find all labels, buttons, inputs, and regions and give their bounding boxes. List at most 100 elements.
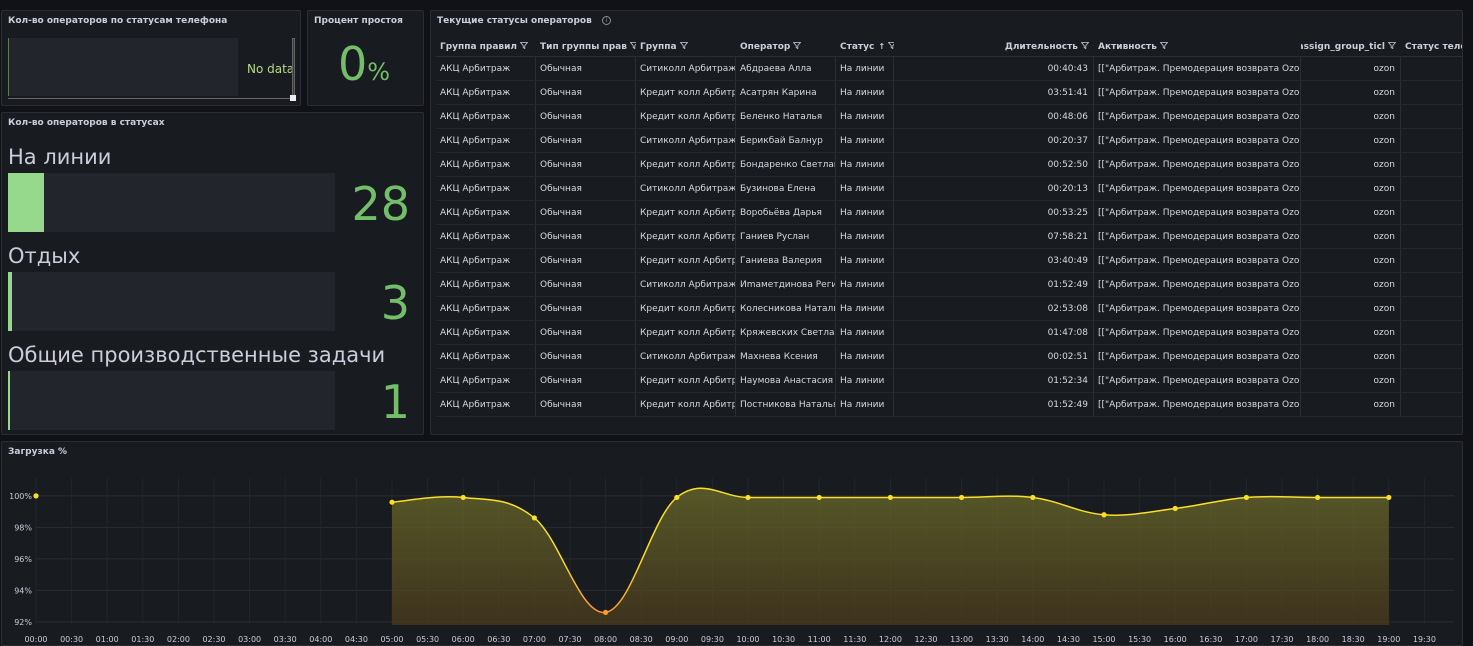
info-icon[interactable]: i xyxy=(601,16,611,25)
table-cell: Обычная xyxy=(536,393,636,416)
table-row[interactable]: АКЦ АрбитражОбычнаяКредит колл АрбитражН… xyxy=(436,369,1462,393)
x-tick-label: 08:30 xyxy=(630,635,653,644)
column-header-label: Статус xyxy=(840,41,875,52)
table-cell: На линии xyxy=(836,177,894,200)
y-tick-label: 94% xyxy=(14,586,32,595)
table-cell: АКЦ Арбитраж xyxy=(436,345,536,368)
table-row[interactable]: АКЦ Арбитраж Обычная Ситиколл Арбитраж Махн… xyxy=(436,345,1462,369)
table-cell: [["Арбитраж. Премодерация возврата Ozon xyxy=(1094,297,1301,320)
table-row[interactable]: АКЦ Арбитраж Обычная Ситиколл Арбитраж Иmам… xyxy=(436,273,1462,297)
y-tick-label: 92% xyxy=(14,618,32,627)
current-statuses-panel: Текущие статусы операторов i Группа прави… xyxy=(430,10,1463,435)
filter-icon[interactable] xyxy=(517,41,529,52)
table-cell: Обычная xyxy=(536,81,636,104)
filter-icon[interactable] xyxy=(1157,41,1168,52)
table-cell: ozon xyxy=(1301,369,1401,392)
load-point[interactable] xyxy=(531,515,538,521)
table-cell: ozon xyxy=(1301,201,1401,224)
horizontal-scrollbar[interactable] xyxy=(8,98,292,99)
load-point[interactable] xyxy=(1101,512,1107,518)
column-header[interactable]: Активность xyxy=(1094,37,1301,56)
load-point[interactable] xyxy=(745,494,751,501)
table-cell: АКЦ Арбитраж xyxy=(436,81,536,104)
x-tick-label: 07:00 xyxy=(523,635,546,644)
load-point[interactable] xyxy=(1315,494,1321,501)
table-row[interactable]: АКЦ АрбитражОбычнаяКредит колл АрбитражГ… xyxy=(436,249,1462,273)
column-header[interactable]: assign_group_ticl xyxy=(1301,37,1401,56)
table-cell: Кряжевских Светлана xyxy=(736,321,836,344)
table-cell: ozon xyxy=(1301,105,1401,128)
column-header[interactable]: Оператор xyxy=(736,37,836,56)
filter-icon[interactable] xyxy=(790,41,802,52)
phone-status-chart xyxy=(8,38,238,96)
table-cell xyxy=(1401,297,1462,320)
table-cell xyxy=(1401,105,1462,128)
table-cell: [["Арбитраж. Премодерация возврата Ozon xyxy=(1094,393,1301,416)
operators-table: Группа правил Тип группы прав Группа Операт… xyxy=(436,37,1462,429)
table-row[interactable]: АКЦ АрбитражОбычнаяКредит колл АрбитражБ… xyxy=(436,153,1462,177)
table-cell: На линии xyxy=(836,153,894,176)
table-cell: 00:20:13 xyxy=(894,177,1094,200)
x-tick-label: 08:00 xyxy=(594,635,617,644)
x-tick-label: 12:00 xyxy=(879,635,902,644)
table-cell xyxy=(1401,225,1462,248)
column-header[interactable]: Тип группы прав xyxy=(536,37,636,56)
x-tick-label: 18:30 xyxy=(1342,635,1365,644)
table-cell: Обычная xyxy=(536,369,636,392)
table-row[interactable]: АКЦ АрбитражОбычнаяКредит колл АрбитражГ… xyxy=(436,225,1462,249)
table-row[interactable]: АКЦ АрбитражОбычнаяКредит колл АрбитражБ… xyxy=(436,105,1462,129)
y-tick-label: 98% xyxy=(14,523,32,532)
table-cell: Берикбай Балнур xyxy=(736,129,836,152)
table-row[interactable]: АКЦ Арбитраж Обычная Ситиколл Арбитраж Бери… xyxy=(436,129,1462,153)
filter-icon[interactable] xyxy=(677,41,688,52)
load-point[interactable] xyxy=(1243,494,1249,501)
table-row[interactable]: АКЦ АрбитражОбычнаяКредит колл АрбитражА… xyxy=(436,81,1462,105)
table-cell: АКЦ Арбитраж xyxy=(436,201,536,224)
load-point[interactable] xyxy=(389,499,395,505)
x-tick-label: 00:30 xyxy=(60,635,83,644)
column-header[interactable]: Группа xyxy=(636,37,736,56)
load-point[interactable] xyxy=(1030,494,1036,501)
load-point[interactable] xyxy=(959,494,965,501)
table-cell: Бондаренко Светлана xyxy=(736,153,836,176)
load-point[interactable] xyxy=(1172,505,1178,512)
resize-handle[interactable] xyxy=(290,95,296,101)
table-cell: Кредит колл Арбитраж xyxy=(636,81,736,104)
load-point[interactable] xyxy=(674,494,680,501)
sort-asc-icon[interactable]: ↑ xyxy=(878,42,885,51)
table-row[interactable]: АКЦ Арбитраж Обычная Ситиколл Арбитраж Бузи… xyxy=(436,177,1462,201)
table-row[interactable]: АКЦ АрбитражОбычнаяКредит колл АрбитражК… xyxy=(436,321,1462,345)
table-cell: 00:40:43 xyxy=(894,57,1094,80)
status-bar-fill-online xyxy=(8,173,44,232)
load-point[interactable] xyxy=(887,494,894,501)
load-point[interactable] xyxy=(1386,494,1392,501)
load-point[interactable] xyxy=(816,494,822,501)
filter-icon[interactable] xyxy=(885,41,894,52)
table-cell: Воробьёва Дарья xyxy=(736,201,836,224)
table-cell: На линии xyxy=(836,129,894,152)
x-tick-label: 09:30 xyxy=(701,635,724,644)
table-row[interactable]: АКЦ АрбитражОбычнаяКредит колл АрбитражП… xyxy=(436,393,1462,417)
column-header[interactable]: Длительность xyxy=(894,37,1094,56)
column-header[interactable]: Группа правил xyxy=(436,37,536,56)
column-header[interactable]: Статус теле xyxy=(1401,37,1462,56)
table-row[interactable]: АКЦ АрбитражОбычнаяКредит колл АрбитражВ… xyxy=(436,201,1462,225)
table-row[interactable]: АКЦ АрбитражОбычнаяКредит колл АрбитражК… xyxy=(436,297,1462,321)
filter-icon[interactable] xyxy=(1385,41,1396,52)
table-cell: Ганиева Валерия xyxy=(736,249,836,272)
table-cell: Ганиев Руслан xyxy=(736,225,836,248)
load-point[interactable] xyxy=(33,493,39,499)
y-tick-label: 100% xyxy=(9,492,32,501)
load-point[interactable] xyxy=(460,494,466,501)
filter-icon[interactable] xyxy=(627,41,636,52)
table-cell: Ситиколл Арбитраж xyxy=(636,177,736,200)
table-row[interactable]: АКЦ Арбитраж Обычная Ситиколл Арбитраж Абдр… xyxy=(436,57,1462,81)
table-cell: На линии xyxy=(836,273,894,296)
vertical-scrollbar[interactable] xyxy=(292,38,295,96)
filter-icon[interactable] xyxy=(1078,41,1089,52)
table-cell: 01:52:49 xyxy=(894,393,1094,416)
table-cell: Иmаметдинова Регина xyxy=(736,273,836,296)
column-header[interactable]: Статус ↑ xyxy=(836,37,894,56)
table-cell: Обычная xyxy=(536,105,636,128)
load-point[interactable] xyxy=(603,609,609,616)
